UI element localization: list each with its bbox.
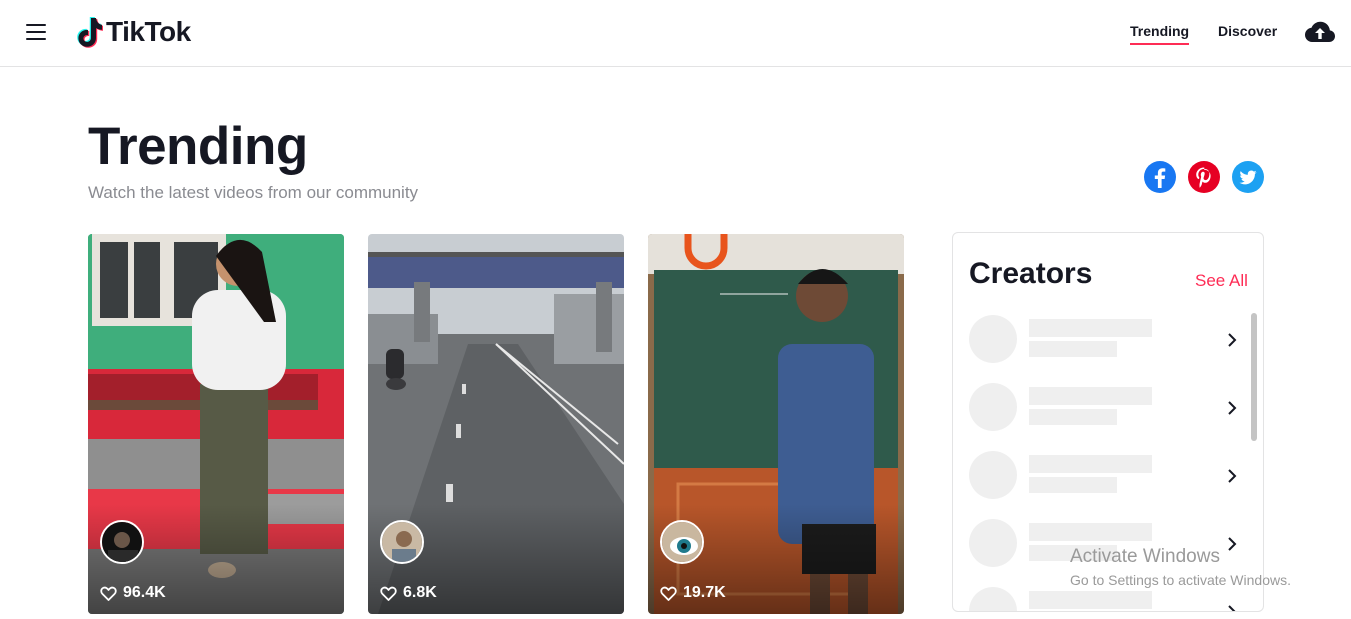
likes-count: 6.8K (380, 584, 437, 602)
watermark-subtitle: Go to Settings to activate Windows. (1070, 572, 1291, 588)
pinterest-icon[interactable] (1188, 161, 1220, 193)
twitter-icon[interactable] (1232, 161, 1264, 193)
video-card-1[interactable]: 96.4K (88, 234, 344, 614)
avatar-placeholder (969, 587, 1017, 611)
avatar-placeholder (969, 383, 1017, 431)
likes-value: 96.4K (123, 584, 166, 601)
name-placeholder (1029, 455, 1152, 473)
chevron-right-icon (1228, 469, 1237, 483)
handle-placeholder (1029, 409, 1117, 425)
likes-value: 6.8K (403, 584, 437, 601)
avatar-placeholder (969, 451, 1017, 499)
heart-icon (100, 586, 117, 601)
creator-avatar[interactable] (380, 520, 424, 564)
video-card-3[interactable]: 19.7K (648, 234, 904, 614)
chevron-right-icon (1228, 333, 1237, 347)
nav-discover-link[interactable]: Discover (1218, 23, 1277, 43)
cloud-upload-icon[interactable] (1304, 18, 1336, 46)
page-subtitle: Watch the latest videos from our communi… (88, 183, 419, 202)
name-placeholder (1029, 591, 1152, 609)
tiktok-note-icon (77, 17, 103, 48)
see-all-link[interactable]: See All (1195, 271, 1248, 291)
handle-placeholder (1029, 477, 1117, 493)
top-navigation-bar: TikTok Trending Discover (0, 0, 1351, 67)
chevron-right-icon (1228, 605, 1236, 611)
windows-activation-watermark: Activate Windows Go to Settings to activ… (1070, 546, 1291, 588)
handle-placeholder (1029, 341, 1117, 357)
creator-row-placeholder[interactable] (969, 451, 1239, 503)
creator-row-placeholder[interactable] (969, 315, 1239, 367)
creators-title: Creators (969, 257, 1093, 290)
creators-scrollbar[interactable] (1251, 313, 1257, 441)
name-placeholder (1029, 387, 1152, 405)
likes-count: 96.4K (100, 584, 166, 602)
likes-count: 19.7K (660, 584, 726, 602)
name-placeholder (1029, 523, 1152, 541)
creator-avatar[interactable] (100, 520, 144, 564)
hamburger-menu-icon[interactable] (26, 24, 46, 41)
avatar-placeholder (969, 519, 1017, 567)
video-card-2[interactable]: 6.8K (368, 234, 624, 614)
avatar-placeholder (969, 315, 1017, 363)
creator-row-placeholder[interactable] (969, 587, 1239, 611)
logo-text: TikTok (106, 16, 191, 47)
creator-avatar[interactable] (660, 520, 704, 564)
watermark-title: Activate Windows (1070, 546, 1220, 567)
likes-value: 19.7K (683, 584, 726, 601)
page-title: Trending (88, 117, 308, 176)
chevron-right-icon (1228, 401, 1237, 415)
creator-row-placeholder[interactable] (969, 383, 1239, 435)
name-placeholder (1029, 319, 1152, 337)
nav-trending-link[interactable]: Trending (1130, 23, 1190, 45)
tiktok-logo[interactable]: TikTok (75, 15, 191, 49)
heart-icon (660, 586, 677, 601)
heart-icon (380, 586, 397, 601)
facebook-icon[interactable] (1144, 161, 1176, 193)
